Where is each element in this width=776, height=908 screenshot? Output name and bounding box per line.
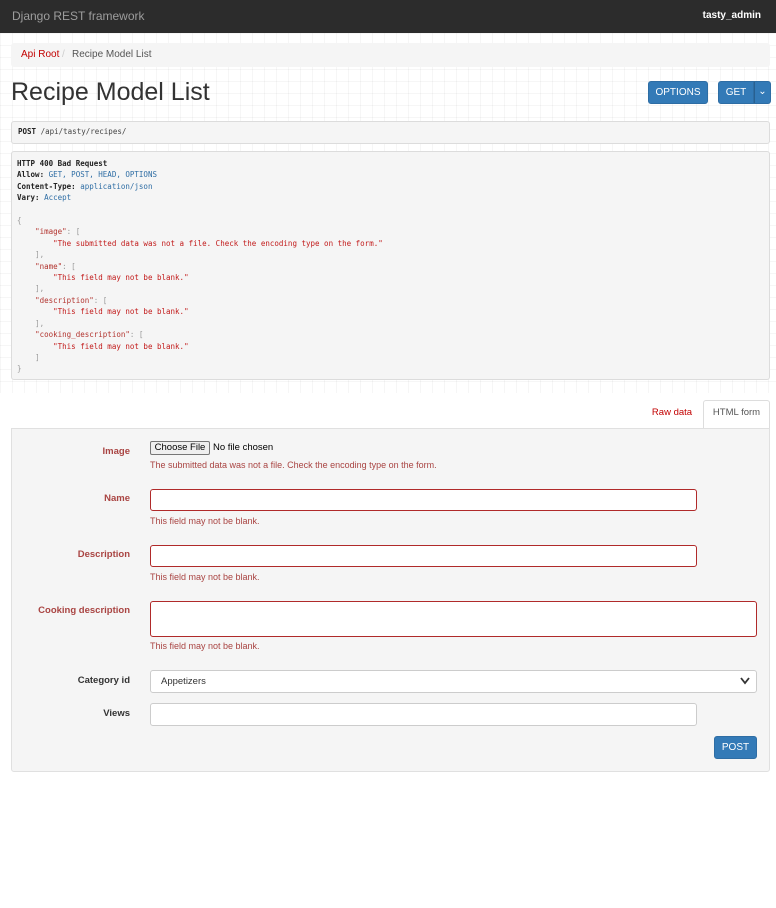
json-key: "image" (35, 227, 67, 237)
request-method: POST (18, 127, 37, 136)
json-key: "description" (35, 295, 94, 305)
user-menu[interactable]: tasty_admin (703, 10, 761, 21)
tab-html-form[interactable]: HTML form (703, 400, 770, 429)
description-input[interactable] (150, 545, 697, 567)
json-message: "This field may not be blank." (53, 341, 189, 351)
response-content-type-label: Content-Type: (17, 181, 76, 191)
json-message: "This field may not be blank." (53, 273, 189, 283)
response-vary-value: Accept (39, 193, 72, 203)
request-path: /api/tasty/recipes/ (36, 127, 127, 136)
views-input[interactable] (150, 703, 697, 726)
name-input[interactable] (150, 489, 697, 511)
image-error: The submitted data was not a file. Check… (150, 460, 437, 470)
name-label: Name (104, 493, 130, 504)
category-id-label: Category id (77, 675, 130, 686)
file-status: No file chosen (213, 442, 274, 453)
json-close-brace: } (17, 364, 22, 374)
description-error: This field may not be blank. (150, 572, 260, 582)
breadcrumb-current: Recipe Model List (72, 49, 152, 60)
response-allow-value: GET, POST, HEAD, OPTIONS (44, 170, 157, 180)
cooking-description-textarea[interactable] (150, 601, 757, 637)
image-label: Image (102, 446, 130, 457)
name-error: This field may not be blank. (150, 516, 260, 526)
get-button[interactable]: GET (718, 81, 754, 104)
description-label: Description (77, 549, 130, 560)
breadcrumb-separator: / (62, 49, 65, 60)
request-info: POST /api/tasty/recipes/ (11, 121, 770, 144)
cooking-description-error: This field may not be blank. (150, 641, 260, 651)
response-info: HTTP 400 Bad Request Allow: GET, POST, H… (11, 151, 770, 380)
json-key: "name" (35, 261, 63, 271)
response-status: HTTP 400 Bad Request (17, 159, 108, 168)
json-key: "cooking_description" (35, 330, 130, 340)
navbar: Django REST framework tasty_admin (0, 0, 776, 33)
json-message: "This field may not be blank." (53, 307, 189, 317)
category-id-select[interactable]: Appetizers (150, 670, 757, 693)
get-format-dropdown[interactable]: ⌄ (754, 81, 771, 104)
post-button[interactable]: POST (714, 736, 757, 759)
response-vary-label: Vary: (17, 193, 40, 203)
cooking-description-label: Cooking description (38, 605, 130, 616)
tab-raw-data[interactable]: Raw data (644, 404, 700, 426)
breadcrumb-api-root[interactable]: Api Root (21, 49, 59, 60)
choose-file-button[interactable]: Choose File (150, 441, 210, 455)
json-message: "The submitted data was not a file. Chec… (53, 238, 383, 248)
json-open-brace: { (17, 216, 22, 226)
response-content-type-value: application/json (75, 181, 153, 191)
page-title: Recipe Model List (11, 78, 210, 106)
category-selected-value: Appetizers (161, 676, 206, 687)
breadcrumb: Api Root / Recipe Model List (11, 43, 770, 67)
brand-link[interactable]: Django REST framework (12, 9, 145, 23)
chevron-down-icon (740, 677, 750, 685)
caret-down-icon: ⌄ (758, 86, 767, 97)
options-button[interactable]: OPTIONS (648, 81, 708, 104)
response-allow-label: Allow: (17, 170, 45, 180)
views-label: Views (103, 708, 130, 719)
